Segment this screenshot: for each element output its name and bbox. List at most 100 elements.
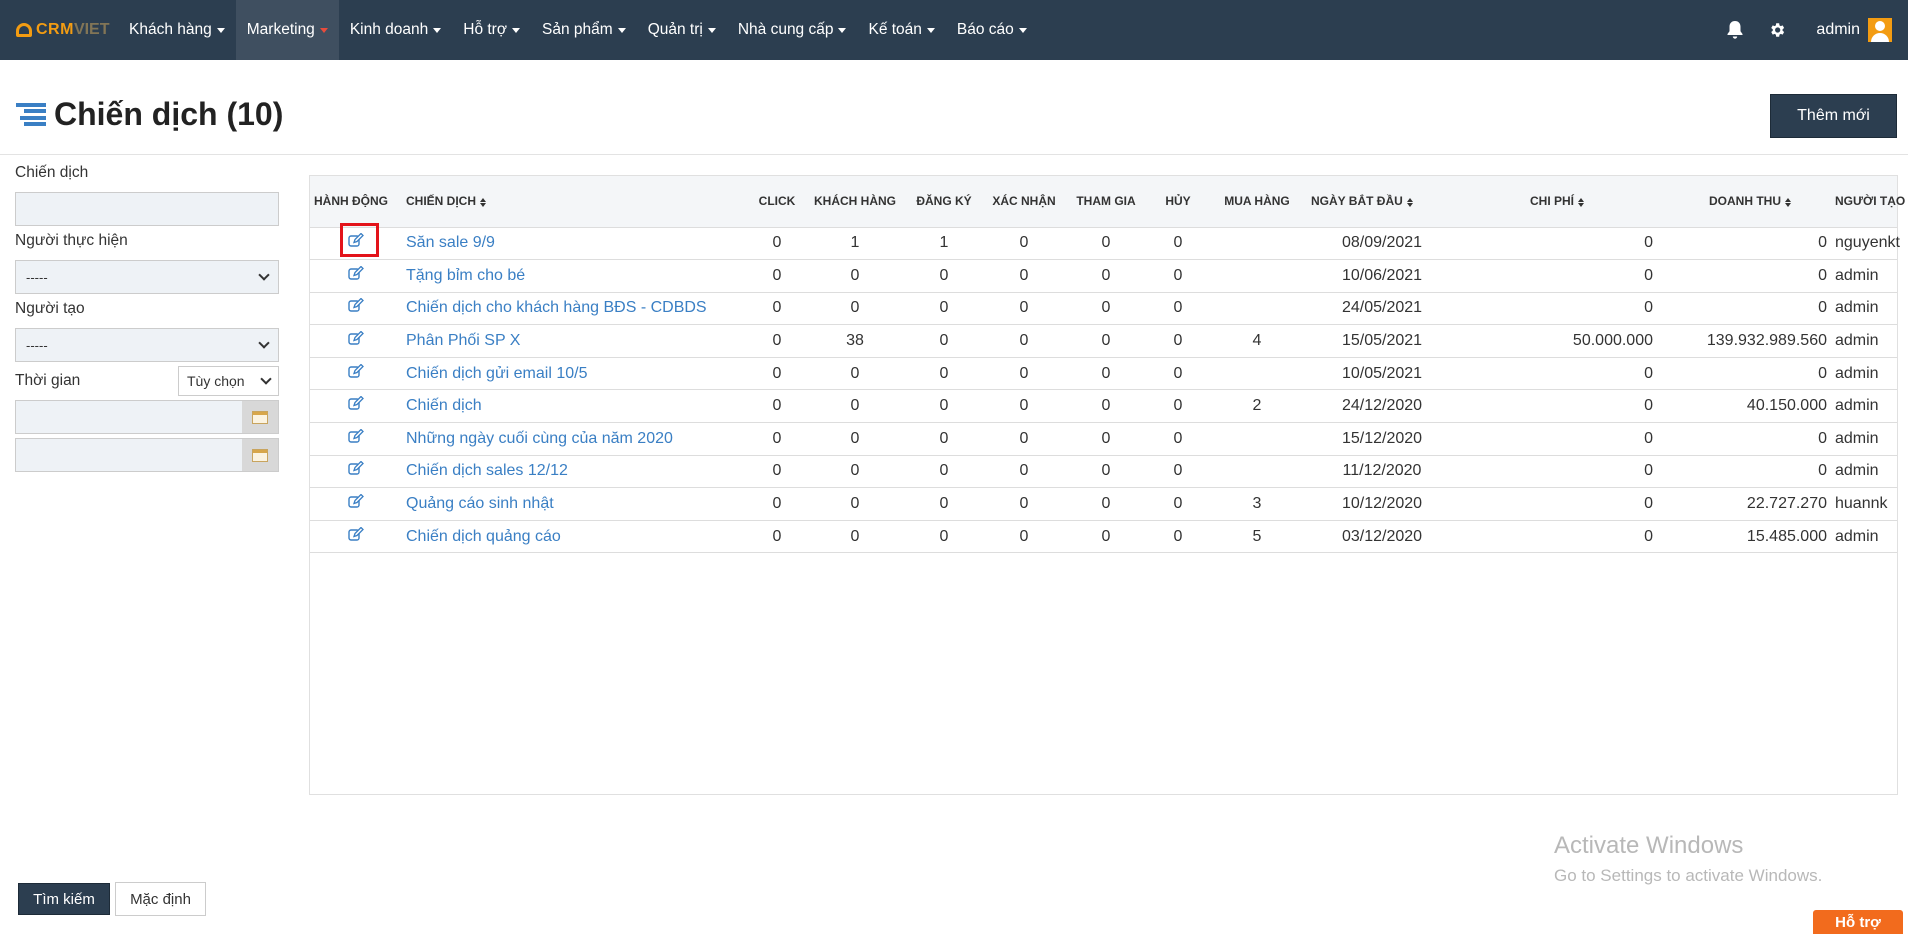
username-label[interactable]: admin <box>1798 21 1868 39</box>
chevron-down-icon <box>258 269 270 281</box>
purchased-cell <box>1207 455 1307 488</box>
table-row: Chiến dịch 0 0 0 0 0 0 2 24/12/2020 0 40.150.000 ad… <box>310 389 1897 423</box>
time-filter-label: Thời gian <box>15 372 81 389</box>
col-header-label: Ngày bắt đầu <box>1311 194 1403 209</box>
menu-item-ho-tro[interactable]: Hỗ trợ <box>452 0 531 60</box>
revenue-cell: 0 <box>1818 429 1827 447</box>
creator-select-value: ----- <box>26 337 48 353</box>
edit-icon[interactable] <box>348 428 364 449</box>
menu-item-ke-toan[interactable]: Kế toán <box>857 0 945 60</box>
click-cell: 0 <box>772 234 782 252</box>
campaign-name-link[interactable]: Chiến dịch quảng cáo <box>406 528 561 545</box>
menu-item-marketing[interactable]: Marketing <box>235 0 339 60</box>
edit-icon[interactable] <box>348 493 364 514</box>
purchased-cell: 5 <box>1252 527 1262 545</box>
cost-cell: 0 <box>1644 234 1653 252</box>
edit-icon[interactable] <box>348 363 364 384</box>
col-header-customers: Khách hàng <box>814 194 896 209</box>
assignee-filter-label: Người thực hiện <box>15 232 128 249</box>
campaign-name-cell: Chiến dịch sales 12/12 <box>402 455 747 488</box>
date-to-input[interactable] <box>15 438 279 472</box>
edit-icon[interactable] <box>348 526 364 547</box>
campaign-name-link[interactable]: Chiến dịch cho khách hàng BĐS - CDBDS <box>406 299 707 316</box>
col-header-revenue[interactable]: Doanh thu <box>1657 176 1831 227</box>
caret-down-icon <box>617 27 626 33</box>
title-wrap: Chiến dịch (10) <box>16 96 283 133</box>
col-header-cost[interactable]: Chi phí <box>1457 176 1657 227</box>
help-button[interactable]: Hỗ trợ <box>1813 910 1903 934</box>
reset-default-button[interactable]: Mặc định <box>115 882 206 916</box>
campaign-name-cell: Chiến dịch quảng cáo <box>402 520 747 553</box>
logo-crm-text: CRM <box>36 21 74 38</box>
edit-icon[interactable] <box>348 265 364 286</box>
logo-viet-text: VIET <box>73 21 110 38</box>
edit-icon[interactable] <box>348 330 364 351</box>
campaign-name-link[interactable]: Chiến dịch gửi email 10/5 <box>406 365 587 382</box>
menu-item-san-pham[interactable]: Sản phẩm <box>531 0 637 60</box>
col-header-purchased: Mua hàng <box>1224 194 1290 209</box>
menu-item-quan-tri[interactable]: Quản trị <box>637 0 727 60</box>
crmviet-logo[interactable]: CRM VIET <box>0 0 118 60</box>
filter-panel: Chiến dịch Người thực hiện ----- Người t… <box>15 162 279 472</box>
action-cell <box>310 488 402 521</box>
menu-label: Báo cáo <box>956 21 1014 38</box>
caret-down-icon <box>926 27 935 33</box>
creator-select[interactable]: ----- <box>15 328 279 362</box>
action-cell <box>310 423 402 456</box>
search-button[interactable]: Tìm kiếm <box>18 883 110 915</box>
calendar-button[interactable] <box>242 439 278 471</box>
edit-icon[interactable] <box>348 298 364 318</box>
confirmed-cell: 0 <box>1019 234 1029 252</box>
menu-item-bao-cao[interactable]: Báo cáo <box>946 0 1038 60</box>
time-range-select[interactable]: Tùy chọn <box>178 366 279 396</box>
creator-cell: admin <box>1835 462 1879 480</box>
edit-icon[interactable] <box>348 461 364 481</box>
avatar[interactable] <box>1868 18 1892 42</box>
menu-item-nha-cung-cap[interactable]: Nhà cung cấp <box>727 0 858 60</box>
creator-cell: admin <box>1835 299 1879 317</box>
start-date-cell: 08/09/2021 <box>1341 234 1423 252</box>
time-range-value: Tùy chọn <box>187 373 245 389</box>
customers-cell: 0 <box>850 364 860 382</box>
campaign-name-link[interactable]: Quảng cáo sinh nhật <box>406 495 554 512</box>
cost-cell: 50.000.000 <box>1572 332 1653 350</box>
col-header-label: Doanh thu <box>1709 194 1781 209</box>
sort-icon <box>1785 197 1791 207</box>
menu-item-kinh-doanh[interactable]: Kinh doanh <box>339 0 452 60</box>
add-new-button[interactable]: Thêm mới <box>1770 94 1897 138</box>
cancelled-cell: 0 <box>1173 266 1183 284</box>
assignee-select[interactable]: ----- <box>15 260 279 294</box>
edit-icon[interactable] <box>348 395 364 416</box>
calendar-button[interactable] <box>242 401 278 433</box>
registered-cell: 0 <box>939 462 949 480</box>
customers-cell: 1 <box>850 234 860 252</box>
menu-label: Quản trị <box>647 21 703 38</box>
campaign-name-link[interactable]: Những ngày cuối cùng của năm 2020 <box>406 430 673 447</box>
col-header-campaign[interactable]: Chiến dịch <box>402 176 747 227</box>
col-header-click: Click <box>758 194 796 209</box>
customers-cell: 38 <box>846 332 864 350</box>
registered-cell: 0 <box>939 429 949 447</box>
col-header-start-date[interactable]: Ngày bắt đầu <box>1307 176 1457 227</box>
campaign-name-link[interactable]: Chiến dịch <box>406 397 482 414</box>
confirmed-cell: 0 <box>1019 429 1029 447</box>
creator-cell: nguyenkt <box>1835 234 1900 252</box>
campaign-name-link[interactable]: Tặng bỉm cho bé <box>406 267 525 284</box>
campaign-filter-input[interactable] <box>15 192 279 226</box>
campaign-name-link[interactable]: Chiến dịch sales 12/12 <box>406 462 568 479</box>
menu-item-khach-hang[interactable]: Khách hàng <box>118 0 236 60</box>
windows-activation-subtitle: Go to Settings to activate Windows. <box>1554 866 1823 885</box>
caret-down-icon <box>707 27 716 33</box>
table-row: Tặng bỉm cho bé 0 0 0 0 0 0 10/06/2021 0 0 admin <box>310 259 1897 293</box>
bell-icon[interactable] <box>1714 0 1756 60</box>
creator-cell: admin <box>1835 397 1879 415</box>
date-from-input[interactable] <box>15 400 279 434</box>
registered-cell: 0 <box>939 364 949 382</box>
campaign-name-cell: Chiến dịch cho khách hàng BĐS - CDBDS <box>402 292 747 325</box>
gear-icon[interactable] <box>1756 0 1798 60</box>
campaign-name-link[interactable]: Săn sale 9/9 <box>406 234 495 251</box>
click-cell: 0 <box>772 266 782 284</box>
cost-cell: 0 <box>1644 527 1653 545</box>
table-row: Chiến dịch sales 12/12 0 0 0 0 0 0 11/12/2020 0 0… <box>310 455 1897 488</box>
campaign-name-link[interactable]: Phân Phối SP X <box>406 332 520 349</box>
